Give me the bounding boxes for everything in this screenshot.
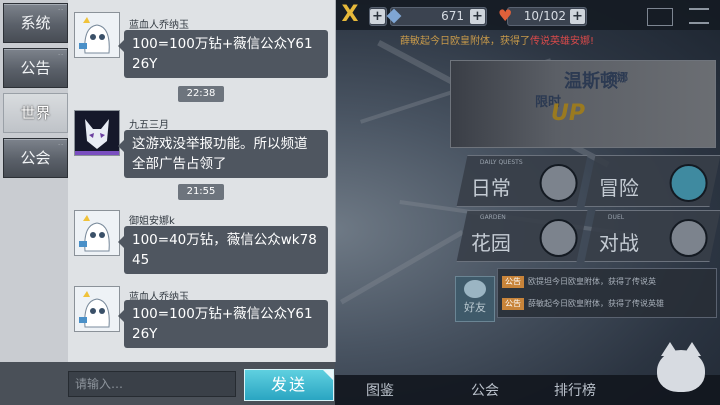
nav-ranking[interactable]: 排行榜 — [545, 381, 605, 401]
tab-notice[interactable]: 公告 ·· — [3, 48, 68, 88]
ghost-avatar-icon — [75, 287, 119, 331]
avatar[interactable] — [74, 210, 120, 256]
ticker-highlight: 传说英雄安娜! — [530, 36, 595, 46]
daily-icon — [539, 164, 578, 202]
announcement-text: 薛敏起今日欧皇附体，获得了传说英雄 — [528, 299, 664, 308]
avatar[interactable] — [74, 12, 120, 58]
message-username: 蓝血人乔纳玉 — [129, 20, 189, 31]
ghost-avatar-icon — [75, 211, 119, 255]
banner-up: UP — [551, 101, 585, 126]
diamond-count: 671 — [441, 9, 464, 23]
banner-name: 安娜 — [606, 71, 628, 84]
message-bubble: 100=100万钻+薇信公众Y6126Y — [118, 300, 328, 348]
menu-adventure[interactable]: 冒险 — [584, 155, 720, 207]
add-resource-icon[interactable]: + — [370, 9, 385, 24]
tab-deco-icon: ·· — [58, 52, 64, 59]
announcement-ticker: 薛敏起今日欧皇附体，获得了传说英雄安娜! — [400, 32, 720, 46]
announcement-tag: 公告 — [502, 276, 524, 288]
duel-icon — [669, 219, 708, 257]
avatar[interactable] — [74, 286, 120, 332]
send-corner-icon — [323, 370, 333, 380]
menu-garden[interactable]: GARDEN 花园 — [456, 210, 588, 262]
announcement-row: 公告 欧提坦今日欧皇附体，获得了传说英 — [502, 273, 716, 291]
message-bubble: 这游戏没举报功能。所以频道全部广告占领了 — [118, 130, 328, 178]
nav-guild[interactable]: 公会 — [460, 381, 510, 401]
friends-icon — [464, 280, 486, 298]
menu-duel-sub: DUEL — [607, 214, 625, 221]
menu-daily-label: 日常 — [470, 176, 511, 200]
garden-icon — [539, 219, 578, 257]
menu-icon[interactable] — [689, 8, 709, 24]
mail-icon[interactable] — [647, 8, 673, 26]
menu-daily-sub: DAILY QUESTS — [479, 159, 523, 166]
message-username: 御姐安娜k — [129, 216, 175, 227]
adventure-icon — [669, 164, 708, 202]
menu-daily[interactable]: DAILY QUESTS 日常 — [456, 155, 588, 207]
friends-button[interactable]: 好友 — [455, 276, 495, 322]
announcement-tag: 公告 — [502, 298, 524, 310]
resource-bar: + 671 + ♥ 10/102 + — [335, 0, 720, 30]
friends-label: 好友 — [464, 301, 486, 314]
stamina-count: 10/102 — [523, 9, 566, 23]
tab-world[interactable]: 世界 — [3, 93, 68, 133]
mascot-icon[interactable] — [657, 342, 705, 392]
ghost-avatar-icon — [75, 13, 119, 57]
menu-duel[interactable]: DUEL 对战 — [584, 210, 720, 262]
avatar[interactable] — [74, 110, 120, 156]
tab-deco-icon: ·· — [58, 142, 64, 149]
tab-guild[interactable]: 公会 ·· — [3, 138, 68, 178]
diamond-icon — [386, 8, 402, 24]
message-bubble: 100=40万钻，薇信公众wk7845 — [118, 226, 328, 274]
tab-guild-label: 公会 — [20, 149, 51, 167]
close-chat-icon[interactable]: X — [339, 3, 361, 27]
tab-system-label: 系统 — [20, 14, 51, 32]
nav-codex[interactable]: 图鉴 — [355, 381, 405, 401]
heart-icon: ♥ — [498, 6, 513, 25]
chat-input[interactable] — [68, 371, 236, 397]
tab-world-label: 世界 — [20, 104, 51, 122]
send-button[interactable]: 发送 — [244, 369, 334, 401]
send-button-label: 发送 — [270, 375, 307, 394]
add-stamina-icon[interactable]: + — [570, 9, 585, 24]
ticker-text: 薛敏起今日欧皇附体，获得了 — [400, 36, 530, 46]
timestamp-badge: 22:38 — [178, 86, 224, 102]
message-bubble: 100=100万钻+薇信公众Y6126Y — [118, 30, 328, 78]
menu-adventure-label: 冒险 — [598, 176, 639, 200]
stamina-counter: ♥ 10/102 + — [498, 7, 587, 26]
resource-slot-1: + — [369, 7, 387, 26]
timestamp-badge: 21:55 — [178, 184, 224, 200]
announcement-box: 公告 欧提坦今日欧皇附体，获得了传说英 公告 薛敏起今日欧皇附体，获得了传说英雄 — [497, 268, 717, 318]
event-banner[interactable]: 温斯顿 安娜 限时 UP — [450, 60, 716, 148]
tab-notice-label: 公告 — [20, 59, 51, 77]
chat-channel-sidebar: 系统 ·· 公告 ·· 世界 公会 ·· — [0, 0, 68, 362]
chat-feed[interactable]: 蓝血人乔纳玉 100=100万钻+薇信公众Y6126Y 22:38 九五三月 这… — [68, 0, 336, 362]
menu-garden-sub: GARDEN — [479, 214, 506, 221]
message-username: 九五三月 — [129, 120, 169, 131]
announcement-row: 公告 薛敏起今日欧皇附体，获得了传说英雄 — [502, 295, 716, 313]
menu-duel-label: 对战 — [598, 231, 639, 255]
menu-garden-label: 花园 — [470, 231, 511, 255]
add-diamond-icon[interactable]: + — [470, 9, 485, 24]
announcement-text: 欧提坦今日欧皇附体，获得了传说英 — [528, 277, 656, 286]
fox-avatar-icon — [75, 111, 119, 155]
tab-system[interactable]: 系统 ·· — [3, 3, 68, 43]
tab-deco-icon: ·· — [58, 7, 64, 14]
diamond-counter: 671 + — [386, 7, 487, 26]
